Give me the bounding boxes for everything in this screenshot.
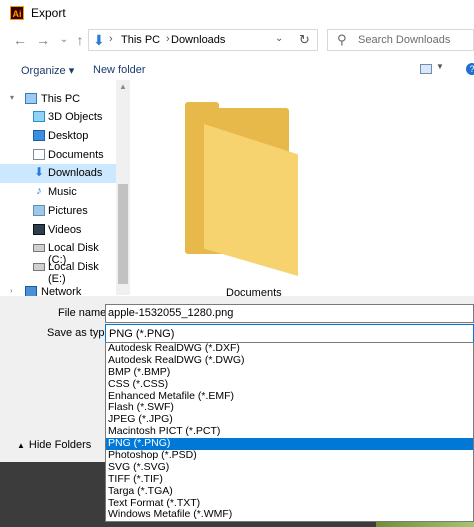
file-type-option[interactable]: Flash (*.SWF) (106, 402, 473, 414)
sidebar-item-local-disk-c[interactable]: Local Disk (C:) (0, 239, 116, 266)
file-type-option[interactable]: Macintosh PICT (*.PCT) (106, 426, 473, 438)
collapse-caret-icon: ▲ (17, 441, 25, 450)
title-bar: Ai Export (0, 0, 474, 26)
hide-folders-button[interactable]: ▲ Hide Folders (17, 439, 91, 451)
sidebar-item-this-pc[interactable]: ▾ This PC (0, 90, 116, 109)
file-type-option[interactable]: CSS (*.CSS) (106, 379, 473, 391)
organize-button[interactable]: Organize ▾ (21, 64, 74, 77)
file-type-option[interactable]: Targa (*.TGA) (106, 486, 473, 498)
computer-icon (25, 93, 37, 104)
sidebar-item-label: This PC (41, 93, 81, 105)
sidebar-item-label: Music (48, 186, 77, 198)
file-type-option[interactable]: JPEG (*.JPG) (106, 414, 473, 426)
navigation-pane: ▾ This PC 3D Objects Desktop Documents ⬇… (0, 80, 130, 298)
save-as-type-value: PNG (*.PNG) (109, 328, 175, 340)
download-icon: ⬇ (33, 165, 45, 179)
change-view-icon[interactable] (420, 64, 432, 74)
sidebar-item-label: Documents (48, 149, 104, 161)
search-icon: ⚲ (337, 32, 347, 47)
sidebar-item-label: Local Disk (E:) (48, 261, 99, 285)
file-type-option-selected[interactable]: PNG (*.PNG) (106, 438, 473, 451)
video-icon (33, 224, 45, 235)
download-icon: ⬇ (93, 32, 105, 48)
breadcrumb-separator-icon: › (109, 33, 113, 45)
music-icon: ♪ (36, 185, 42, 197)
search-box[interactable]: ⚲ Search Downloads (327, 29, 474, 51)
file-name-input[interactable] (106, 305, 459, 321)
expand-chevron-icon[interactable]: › (10, 286, 13, 295)
file-type-option[interactable]: Enhanced Metafile (*.EMF) (106, 391, 473, 403)
cube-icon (33, 111, 45, 122)
file-type-option[interactable]: Autodesk RealDWG (*.DWG) (106, 355, 473, 367)
navigation-pane-scrollbar[interactable]: ▲ (116, 80, 130, 295)
sidebar-item-label: Pictures (48, 205, 88, 217)
file-type-option[interactable]: TIFF (*.TIF) (106, 474, 473, 486)
disk-icon (33, 263, 45, 271)
search-placeholder: Search Downloads (358, 34, 451, 46)
help-icon[interactable]: ? (466, 63, 474, 75)
sidebar-item-local-disk-e[interactable]: Local Disk (E:) (0, 258, 116, 285)
scrollbar-thumb[interactable] (118, 184, 128, 284)
save-as-type-select[interactable]: PNG (*.PNG) (105, 324, 474, 343)
address-dropdown-chevron-icon[interactable]: ⌄ (275, 33, 283, 44)
sidebar-item-desktop[interactable]: Desktop (0, 127, 116, 146)
hide-folders-label: Hide Folders (28, 439, 92, 451)
sidebar-item-downloads[interactable]: ⬇ Downloads (0, 164, 116, 183)
file-list-area: Documents (130, 80, 474, 299)
breadcrumb-this-pc[interactable]: This PC (121, 34, 160, 46)
view-options-chevron-icon[interactable]: ▼ (436, 62, 444, 71)
breadcrumb-downloads[interactable]: Downloads (171, 34, 225, 46)
file-type-option[interactable]: BMP (*.BMP) (106, 367, 473, 379)
command-toolbar: Organize ▾ New folder ▼ ? (0, 60, 474, 80)
new-folder-button[interactable]: New folder (93, 64, 146, 76)
sidebar-item-label: Downloads (48, 167, 103, 179)
disk-icon (33, 244, 45, 252)
sidebar-item-3d-objects[interactable]: 3D Objects (0, 108, 116, 127)
file-type-option[interactable]: Autodesk RealDWG (*.DXF) (106, 343, 473, 355)
file-name-label: File name: (58, 307, 110, 319)
save-as-type-label: Save as type: (47, 327, 114, 339)
file-type-dropdown-list[interactable]: Autodesk RealDWG (*.DXF) Autodesk RealDW… (105, 342, 474, 522)
recent-locations-chevron-icon[interactable]: ⌄ (56, 32, 72, 48)
forward-arrow-icon[interactable]: → (35, 32, 51, 48)
sidebar-item-videos[interactable]: Videos (0, 221, 116, 240)
dialog-title: Export (31, 6, 66, 20)
navigation-bar: ← → ⌄ ↑ ⬇ › This PC › Downloads ⌄ ↻ ⚲ Se… (0, 28, 474, 54)
scroll-up-arrow-icon[interactable]: ▲ (119, 82, 127, 91)
file-type-option[interactable]: Windows Metafile (*.WMF) (106, 509, 473, 521)
collapse-chevron-icon[interactable]: ▾ (10, 93, 14, 102)
sidebar-item-music[interactable]: ♪ Music (0, 183, 116, 202)
sidebar-item-label: 3D Objects (48, 111, 103, 123)
file-type-option[interactable]: SVG (*.SVG) (106, 462, 473, 474)
sidebar-item-label: Desktop (48, 130, 89, 142)
file-type-option[interactable]: Photoshop (*.PSD) (106, 450, 473, 462)
up-arrow-icon[interactable]: ↑ (72, 32, 88, 48)
breadcrumb-separator-icon: › (166, 33, 170, 45)
desktop-icon (33, 130, 45, 141)
file-name-field[interactable] (105, 304, 474, 323)
sidebar-item-label: Videos (48, 224, 82, 236)
pictures-icon (33, 205, 45, 216)
back-arrow-icon[interactable]: ← (12, 32, 28, 48)
illustrator-app-icon: Ai (10, 6, 24, 20)
file-type-option[interactable]: Text Format (*.TXT) (106, 498, 473, 510)
refresh-icon[interactable]: ↻ (299, 32, 310, 48)
sidebar-item-documents[interactable]: Documents (0, 146, 116, 165)
document-icon (33, 149, 45, 160)
sidebar-item-pictures[interactable]: Pictures (0, 202, 116, 221)
address-bar[interactable]: ⬇ › This PC › Downloads ⌄ (88, 29, 318, 51)
